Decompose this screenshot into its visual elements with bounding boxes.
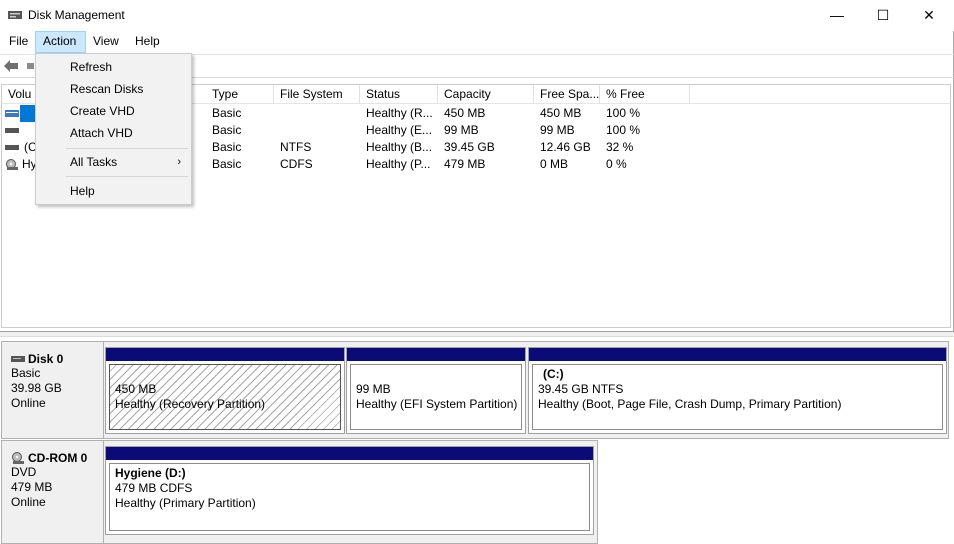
cell-status: Healthy (E... <box>366 123 433 137</box>
cell-volume: (C <box>24 140 37 154</box>
disk-kind: DVD <box>11 465 37 479</box>
close-button[interactable]: ✕ <box>906 0 952 31</box>
cell-percent-free: 100 % <box>606 106 641 120</box>
partition-title: Hygiene (D:) <box>115 466 186 480</box>
cell-type: Basic <box>212 157 242 171</box>
cell-capacity: 99 MB <box>444 123 479 137</box>
action-menu: Refresh Rescan Disks Create VHD Attach V… <box>35 53 192 205</box>
disk-0-label[interactable]: Disk 0 Basic 39.98 GB Online <box>1 341 104 439</box>
partition-bar <box>106 447 593 460</box>
column-header-status[interactable]: Status <box>360 85 438 104</box>
menu-item-attach-vhd[interactable]: Attach VHD <box>36 122 191 144</box>
disk-size: 479 MB <box>11 480 53 494</box>
cell-free-space: 12.46 GB <box>540 140 591 154</box>
partition-status: Healthy (Recovery Partition) <box>115 397 266 411</box>
menu-help[interactable]: Help <box>128 31 167 53</box>
menu-item-refresh[interactable]: Refresh <box>36 56 191 78</box>
column-header-capacity[interactable]: Capacity <box>438 85 534 104</box>
partition-status: Healthy (EFI System Partition) <box>356 397 518 411</box>
menu-item-create-vhd[interactable]: Create VHD <box>36 100 191 122</box>
disk-state: Online <box>11 495 46 509</box>
maximize-button[interactable]: ☐ <box>860 0 906 31</box>
partition-body: (C:) 39.45 GB NTFS Healthy (Boot, Page F… <box>532 364 943 430</box>
partition-hygiene[interactable]: Hygiene (D:) 479 MB CDFS Healthy (Primar… <box>105 446 594 535</box>
cell-file-system <box>274 105 280 122</box>
partition-bar <box>347 348 525 361</box>
cd-drive-icon <box>12 451 24 464</box>
column-header-type[interactable]: Type <box>206 85 274 104</box>
back-arrow-icon[interactable] <box>3 59 19 73</box>
disk-kind: Basic <box>11 366 41 380</box>
window-title: Disk Management <box>28 8 125 22</box>
title-bar: Disk Management — ☐ ✕ <box>0 0 954 31</box>
disk-name: Disk 0 <box>28 352 64 366</box>
partition-size: 99 MB <box>356 382 391 396</box>
cell-status: Healthy (R... <box>366 106 433 120</box>
cell-free-space: 99 MB <box>540 123 575 137</box>
disk-management-app-icon <box>8 11 22 19</box>
partition-size: 39.45 GB NTFS <box>538 382 624 396</box>
volume-icon <box>5 128 19 133</box>
partition-efi[interactable]: 99 MB Healthy (EFI System Partition) <box>346 347 526 434</box>
partition-bar <box>106 348 344 361</box>
cell-type: Basic <box>212 140 242 154</box>
partition-recovery[interactable]: 450 MB Healthy (Recovery Partition) <box>105 347 345 434</box>
selection-highlight <box>20 105 36 122</box>
cell-free-space: 0 MB <box>540 157 569 171</box>
disk-0-partitions: 450 MB Healthy (Recovery Partition) 99 M… <box>104 341 949 439</box>
cell-percent-free: 100 % <box>606 123 641 137</box>
partition-bar <box>529 348 946 361</box>
cell-status: Healthy (B... <box>366 140 433 154</box>
column-header-percent-free[interactable]: % Free <box>600 85 690 104</box>
menu-file[interactable]: File <box>2 31 35 53</box>
cell-percent-free: 32 % <box>606 140 634 154</box>
menu-action[interactable]: Action <box>35 31 86 53</box>
menu-item-all-tasks[interactable]: All Tasks › <box>36 151 191 173</box>
cell-file-system: NTFS <box>280 140 312 154</box>
disk-icon <box>11 355 25 362</box>
cell-capacity: 450 MB <box>444 106 486 120</box>
cell-type: Basic <box>212 106 242 120</box>
volume-icon <box>5 110 19 117</box>
cdrom-0-partitions: Hygiene (D:) 479 MB CDFS Healthy (Primar… <box>104 440 598 544</box>
menu-item-label: All Tasks <box>70 155 118 169</box>
cell-type: Basic <box>212 123 242 137</box>
cell-status: Healthy (P... <box>366 157 431 171</box>
partition-body: Hygiene (D:) 479 MB CDFS Healthy (Primar… <box>109 463 590 531</box>
disk-management-window: Disk Management — ☐ ✕ File Action View H… <box>0 0 954 544</box>
cell-capacity: 39.45 GB <box>444 140 495 154</box>
partition-status: Healthy (Boot, Page File, Crash Dump, Pr… <box>538 397 842 411</box>
cell-free-space: 450 MB <box>540 106 582 120</box>
menu-item-help[interactable]: Help <box>36 180 191 202</box>
cdrom-0-label[interactable]: CD-ROM 0 DVD 479 MB Online <box>1 440 104 544</box>
menu-item-rescan-disks[interactable]: Rescan Disks <box>36 78 191 100</box>
partition-status: Healthy (Primary Partition) <box>115 496 256 510</box>
partition-size: 450 MB <box>115 382 157 396</box>
menu-separator <box>66 176 188 177</box>
disk-graphical-view: Disk 0 Basic 39.98 GB Online 450 MB Heal… <box>0 337 954 544</box>
submenu-arrow-icon: › <box>177 156 181 168</box>
menu-separator <box>66 148 188 149</box>
cell-percent-free: 0 % <box>606 157 627 171</box>
column-header-free-space[interactable]: Free Spa... <box>534 85 600 104</box>
partition-c[interactable]: (C:) 39.45 GB NTFS Healthy (Boot, Page F… <box>528 347 947 434</box>
cell-volume: Hy <box>22 157 37 171</box>
menu-bar: File Action View Help <box>0 31 954 53</box>
partition-size: 479 MB CDFS <box>115 481 193 495</box>
cell-file-system: CDFS <box>280 157 313 171</box>
partition-title: (C:) <box>543 367 564 381</box>
partition-body: 450 MB Healthy (Recovery Partition) <box>109 364 341 430</box>
disk-state: Online <box>11 396 46 410</box>
disk-size: 39.98 GB <box>11 381 62 395</box>
cell-file-system <box>274 122 280 139</box>
partition-body: 99 MB Healthy (EFI System Partition) <box>350 364 522 430</box>
disk-name: CD-ROM 0 <box>28 451 88 465</box>
minimize-button[interactable]: — <box>814 0 860 31</box>
column-header-file-system[interactable]: File System <box>274 85 360 104</box>
volume-icon <box>5 145 19 150</box>
cell-capacity: 479 MB <box>444 157 486 171</box>
menu-view[interactable]: View <box>86 31 126 53</box>
